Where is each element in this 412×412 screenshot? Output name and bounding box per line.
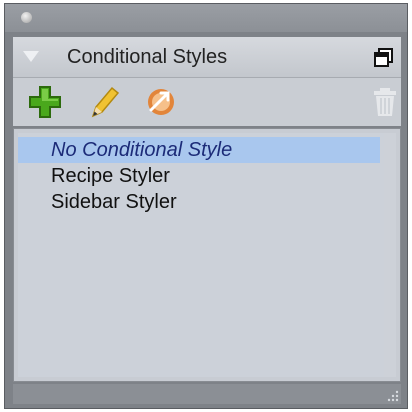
add-style-button[interactable] xyxy=(27,84,63,120)
scrollbar-track[interactable] xyxy=(384,133,396,377)
list-item[interactable]: Recipe Styler xyxy=(18,163,380,189)
panel-header[interactable]: Conditional Styles xyxy=(13,37,401,78)
panel-footer xyxy=(13,384,401,404)
close-icon[interactable] xyxy=(21,12,32,23)
list-item[interactable]: Sidebar Styler xyxy=(18,189,380,215)
list-item[interactable]: No Conditional Style xyxy=(18,137,380,163)
pencil-icon xyxy=(91,86,120,118)
apply-style-icon xyxy=(148,89,174,115)
styles-list-viewport: No Conditional Style Recipe Styler Sideb… xyxy=(18,133,396,377)
plus-icon xyxy=(29,86,61,118)
toolbar xyxy=(13,78,401,126)
delete-style-button[interactable] xyxy=(367,84,403,120)
edit-style-button[interactable] xyxy=(85,84,121,120)
panel-menu-icon[interactable] xyxy=(374,48,394,68)
resize-grip-icon[interactable] xyxy=(385,388,399,402)
panel-title: Conditional Styles xyxy=(67,46,228,68)
apply-style-button[interactable] xyxy=(141,84,177,120)
panel-title-strip[interactable] xyxy=(5,4,407,32)
styles-list[interactable]: No Conditional Style Recipe Styler Sideb… xyxy=(13,128,401,382)
disclosure-triangle-icon[interactable] xyxy=(23,51,39,62)
conditional-styles-panel: Conditional Styles No Conditional Style … xyxy=(4,3,408,409)
trash-icon xyxy=(374,88,396,116)
